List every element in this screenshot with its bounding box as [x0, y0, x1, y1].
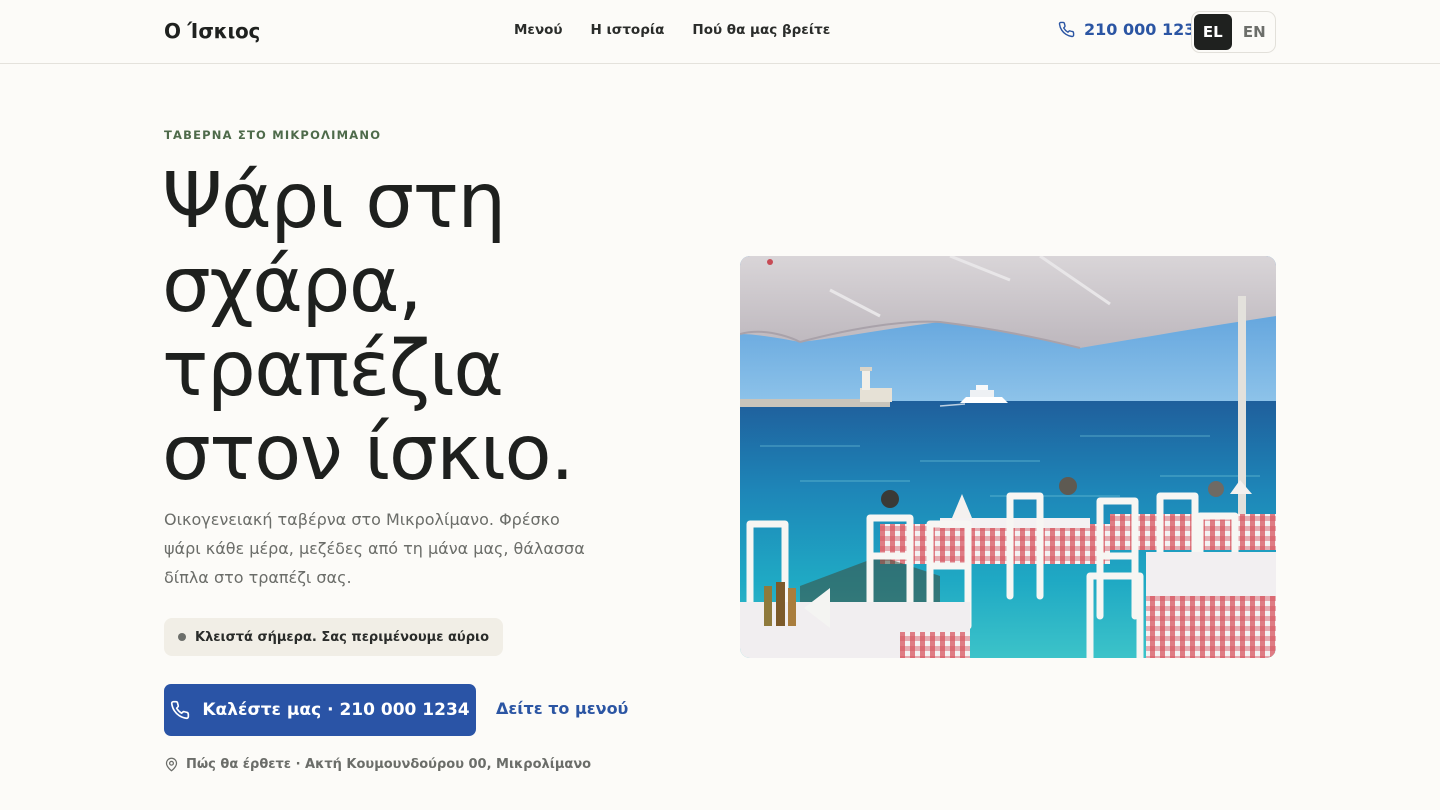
status-text: Κλειστά σήμερα. Σας περιμένουμε αύριο: [195, 629, 490, 645]
nav-item-story[interactable]: Η ιστορία: [591, 22, 665, 38]
status-dot: [178, 633, 186, 641]
main-nav: Μενού Η ιστορία Πού θα μας βρείτε: [514, 22, 830, 38]
hero-photo: [740, 256, 1276, 658]
map-pin-icon: [165, 757, 178, 772]
opening-status-badge: Κλειστά σήμερα. Σας περιμένουμε αύριο: [164, 618, 504, 656]
headline-line: στον ίσκιο.: [162, 409, 575, 498]
headline-line: σχάρα,: [162, 241, 423, 330]
call-button[interactable]: Καλέστε μας · 210 000 1234: [164, 684, 476, 736]
call-button-label: Καλέστε μας · 210 000 1234: [202, 700, 470, 720]
phone-icon: [171, 700, 190, 720]
hero-eyebrow: ΤΑΒΕΡΝΑ ΣΤΟ ΜΙΚΡΟΛΙΜΑΝΟ: [164, 128, 382, 142]
site-header: Ο Ίσκιος Μενού Η ιστορία Πού θα μας βρεί…: [0, 0, 1440, 64]
hero-lead: Οικογενειακή ταβέρνα στο Μικρολίμανο. Φρ…: [164, 510, 585, 587]
nav-item-location[interactable]: Πού θα μας βρείτε: [692, 22, 830, 38]
brand-logo[interactable]: Ο Ίσκιος: [164, 19, 260, 43]
headline-line: Ψάρι στη: [162, 157, 506, 246]
hero-headline: Ψάρι στη σχάρα, τραπέζια στον ίσκιο.: [162, 160, 702, 496]
view-menu-link[interactable]: Δείτε το μενού: [496, 699, 628, 718]
nav-item-menu[interactable]: Μενού: [514, 22, 563, 38]
header-phone-link[interactable]: 210 000 1234: [1058, 20, 1206, 39]
lang-option-el[interactable]: EL: [1194, 14, 1232, 50]
language-switcher: EL EN: [1191, 11, 1276, 53]
phone-icon: [1058, 21, 1075, 38]
address-text: Πώς θα έρθετε · Ακτή Κουμουνδούρου 00, Μ…: [186, 757, 592, 772]
lang-option-en[interactable]: EN: [1236, 14, 1274, 50]
headline-line: τραπέζια: [162, 325, 504, 414]
address-line[interactable]: Πώς θα έρθετε · Ακτή Κουμουνδούρου 00, Μ…: [164, 757, 591, 772]
header-phone-number: 210 000 1234: [1084, 20, 1207, 39]
